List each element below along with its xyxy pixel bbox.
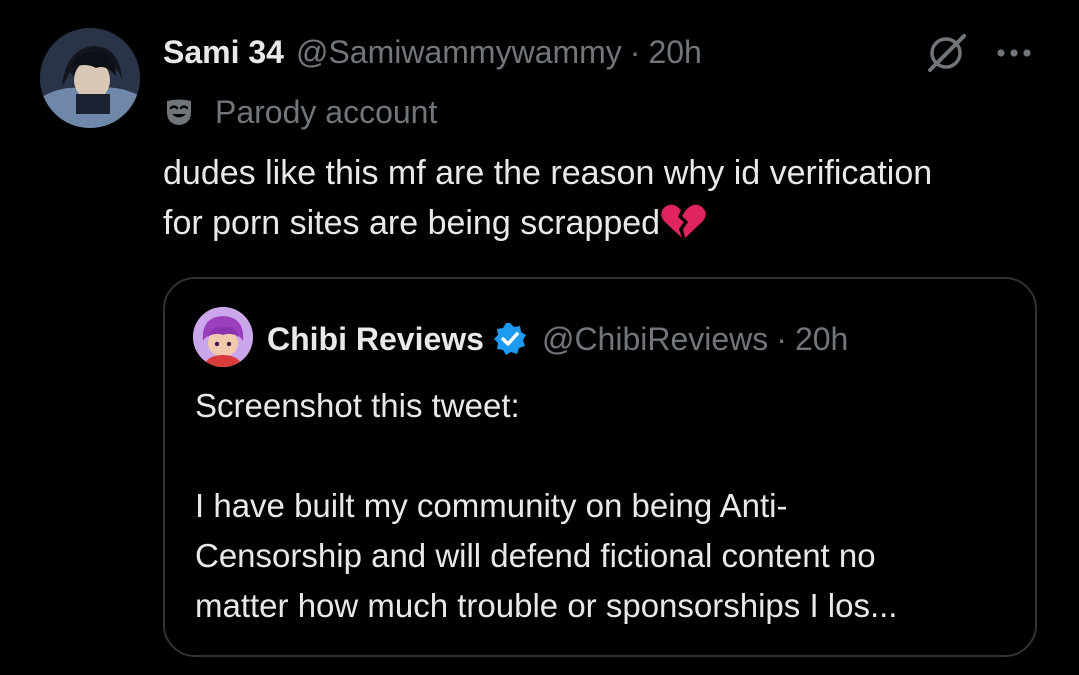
quoted-tweet-timestamp[interactable]: 20h <box>795 321 848 358</box>
quoted-author-avatar[interactable] <box>193 307 253 367</box>
quoted-author-avatar-image <box>193 307 253 367</box>
author-avatar[interactable] <box>40 28 140 128</box>
quoted-tweet-header: Chibi Reviews @ChibiReviews · 20h <box>267 317 848 361</box>
tweet-timestamp[interactable]: 20h <box>648 34 701 71</box>
quoted-tweet[interactable]: Chibi Reviews @ChibiReviews · 20h Screen… <box>163 277 1037 657</box>
tweet-post[interactable]: Sami 34 @Samiwammywammy · 20h Parody acc… <box>0 0 1079 675</box>
verified-badge-icon <box>493 323 526 355</box>
author-handle[interactable]: @Samiwammywammy <box>296 34 622 71</box>
quoted-tweet-text: Screenshot this tweet: I have built my c… <box>195 387 898 624</box>
more-icon[interactable] <box>994 38 1034 68</box>
tweet-text: dudes like this mf are the reason why id… <box>163 154 933 242</box>
header-separator: · <box>629 33 641 70</box>
tweet-header: Sami 34 @Samiwammywammy · 20h <box>163 30 702 74</box>
parody-badge: Parody account <box>163 90 437 134</box>
parody-mask-icon <box>167 99 191 125</box>
grok-icon[interactable] <box>924 32 970 74</box>
quoted-author-display-name[interactable]: Chibi Reviews <box>267 321 484 358</box>
tweet-body: dudes like this mf are the reason why id… <box>163 148 1043 248</box>
broken-heart-emoji-icon <box>661 204 706 238</box>
quoted-header-separator: · <box>776 320 787 357</box>
author-avatar-image <box>40 28 140 128</box>
quoted-author-handle[interactable]: @ChibiReviews <box>542 321 768 358</box>
parody-label: Parody account <box>215 93 438 130</box>
author-display-name[interactable]: Sami 34 <box>163 34 284 71</box>
